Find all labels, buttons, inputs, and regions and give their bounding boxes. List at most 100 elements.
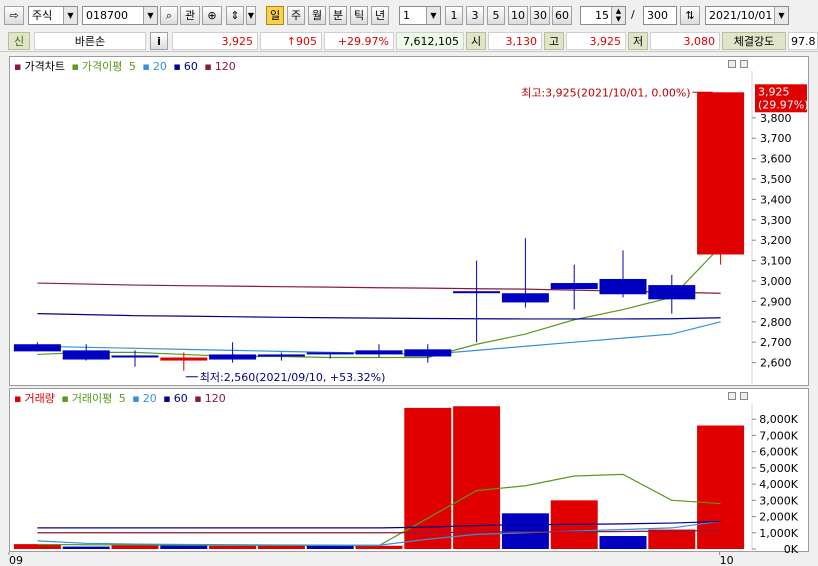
- candle-body: [453, 291, 501, 294]
- price-chart-panel[interactable]: ▪ 가격차트 ▪ 가격이평 5 ▪ 20 ▪ 60 ▪ 120 2,600 2,700 2,8…: [9, 56, 809, 387]
- price-ytick-label: 3,300: [760, 214, 792, 227]
- period-tab-week[interactable]: 주: [287, 6, 305, 25]
- chevron-down-icon[interactable]: ▼: [63, 7, 77, 24]
- info-button[interactable]: i: [150, 32, 168, 50]
- price-ma60-line: [37, 313, 721, 320]
- candle-body: [209, 354, 257, 360]
- open-price: 3,130: [488, 32, 542, 50]
- search-icon[interactable]: ⌕: [160, 6, 178, 25]
- last-price-pct-label: (29.97%): [758, 98, 809, 111]
- candle-body: [697, 92, 745, 255]
- candle-body: [404, 349, 452, 357]
- toolbar: ⇨ 주식 ▼ 018700 ▼ ⌕ 관 ⊕ ⇕ ▼ 일 주 월 분 틱 년 1 …: [0, 0, 818, 30]
- low-price: 3,080: [650, 32, 720, 50]
- chevron-down-icon[interactable]: ▼: [774, 7, 788, 24]
- price-ytick-label: 3,700: [760, 132, 792, 145]
- period-tab-tick[interactable]: 틱: [350, 6, 368, 25]
- quick-unit-3[interactable]: 3: [466, 6, 484, 25]
- volume-ma60-line: [37, 520, 721, 529]
- volume-bar: [209, 545, 257, 549]
- chart-type-icon[interactable]: ⊕: [202, 6, 222, 25]
- screen-menu-icon[interactable]: ⇨: [4, 6, 24, 25]
- quick-unit-30[interactable]: 30: [530, 6, 550, 25]
- count-stepper[interactable]: 15 ▲ ▼: [580, 6, 626, 25]
- watchlist-button[interactable]: 관: [180, 6, 200, 25]
- candle-body: [111, 355, 159, 358]
- high-label: 고: [544, 32, 564, 50]
- volume-bar: [501, 513, 549, 549]
- price-ytick-label: 3,400: [760, 193, 792, 206]
- volume-ytick-label: 5,000K: [759, 462, 798, 475]
- total-count-input[interactable]: 300: [643, 6, 677, 25]
- volume-ytick-label: 1,000K: [759, 527, 798, 540]
- count-separator: /: [631, 8, 635, 21]
- chevron-down-icon[interactable]: ▼: [426, 7, 440, 24]
- price-ytick-label: 3,500: [760, 173, 792, 186]
- quote-strip: 신 바른손 i 3,925 ↑905 +29.97% 7,612,105 시 3…: [0, 30, 818, 52]
- chevron-down-icon[interactable]: ▼: [143, 7, 157, 24]
- volume-ytick-label: 3,000K: [759, 494, 798, 507]
- stock-code-input[interactable]: 018700 ▼: [82, 6, 158, 25]
- volume-bar: [599, 536, 647, 549]
- credit-badge: 신: [8, 32, 30, 50]
- price-change-pct: +29.97%: [324, 32, 394, 50]
- price-ytick-label: 3,800: [760, 112, 792, 125]
- stepper-arrows-icon[interactable]: ▲ ▼: [611, 7, 625, 24]
- strength-label: 체결강도: [722, 32, 786, 50]
- min-price-annotation: 최저:2,560(2021/09/10, +53.32%): [200, 371, 386, 384]
- last-price-label: 3,925: [758, 85, 790, 98]
- strength-value: 97.8: [788, 32, 818, 50]
- price-ytick-label: 3,600: [760, 153, 792, 166]
- quick-unit-1[interactable]: 1: [445, 6, 463, 25]
- price-ytick-label: 2,800: [760, 316, 792, 329]
- volume-bar: [355, 545, 403, 549]
- count-value: 15: [595, 9, 609, 22]
- volume-chart-panel[interactable]: ▪ 거래량 ▪ 거래이평 5 ▪ 20 ▪ 60 ▪ 120 0K 1,000K 2,000K…: [9, 388, 809, 553]
- volume-bar: [648, 529, 696, 549]
- settings-icon[interactable]: ⇅: [680, 6, 700, 25]
- open-label: 시: [466, 32, 486, 50]
- candle-body: [13, 344, 61, 352]
- candle-body: [599, 278, 647, 295]
- period-tab-year[interactable]: 년: [371, 6, 389, 25]
- candle-body: [257, 354, 305, 357]
- date-value: 2021/10/01: [709, 9, 773, 22]
- volume-bar: [62, 546, 110, 549]
- candle-body: [306, 352, 354, 355]
- date-select[interactable]: 2021/10/01 ▼: [705, 6, 789, 25]
- volume-ytick-label: 2,000K: [759, 511, 798, 524]
- stock-code-value: 018700: [86, 9, 128, 22]
- volume-ytick-label: 4,000K: [759, 478, 798, 491]
- quick-unit-5[interactable]: 5: [487, 6, 505, 25]
- price-change: ↑905: [260, 32, 322, 50]
- price-ma5-line: [37, 245, 722, 359]
- low-label: 저: [628, 32, 648, 50]
- price-ytick-label: 2,900: [760, 295, 792, 308]
- volume-bar: [453, 406, 501, 549]
- price-ytick-label: 3,100: [760, 255, 792, 268]
- volume-bar: [306, 545, 354, 549]
- price-ytick-label: 2,600: [760, 357, 792, 370]
- max-price-annotation: 최고:3,925(2021/10/01, 0.00%): [521, 86, 690, 99]
- volume-ma120-line: [37, 529, 721, 534]
- period-tab-month[interactable]: 월: [308, 6, 326, 25]
- scroll-stepper-icon[interactable]: ⇕: [226, 6, 244, 25]
- price-chart-plot: 2,600 2,700 2,800 2,900 3,000 3,100 3,200 3,300…: [13, 71, 809, 387]
- unit-value: 1: [403, 9, 410, 22]
- candle-body: [62, 350, 110, 360]
- quick-unit-60[interactable]: 60: [552, 6, 572, 25]
- period-tab-day[interactable]: 일: [266, 6, 284, 25]
- quick-unit-10[interactable]: 10: [508, 6, 528, 25]
- unit-select[interactable]: 1 ▼: [399, 6, 441, 25]
- current-price: 3,925: [172, 32, 258, 50]
- price-ytick-label: 2,700: [760, 336, 792, 349]
- price-ytick-label: 3,000: [760, 275, 792, 288]
- x-tick-label: 09: [9, 554, 23, 566]
- chevron-down-icon[interactable]: ▼: [246, 6, 256, 25]
- volume-ytick-label: 7,000K: [759, 429, 798, 442]
- period-tab-minute[interactable]: 분: [329, 6, 347, 25]
- volume-ma5-line: [37, 473, 721, 547]
- market-type-select[interactable]: 주식 ▼: [28, 6, 78, 25]
- price-ytick-label: 3,200: [760, 234, 792, 247]
- x-axis: 09 10: [8, 552, 734, 566]
